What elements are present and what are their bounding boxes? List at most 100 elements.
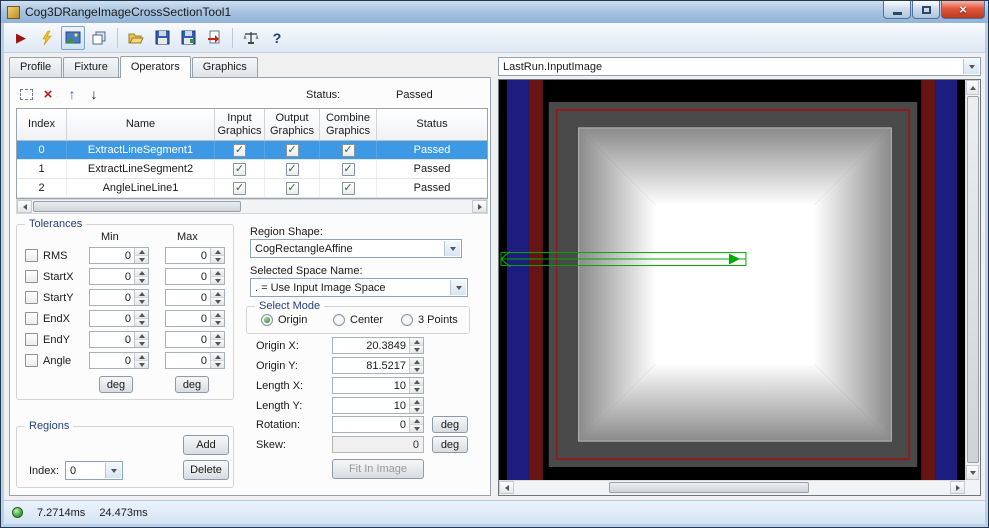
origin-y-spinner[interactable]: 81.5217 — [332, 357, 424, 374]
show-image-toggle-button[interactable] — [61, 25, 85, 50]
minimize-button[interactable] — [883, 1, 911, 19]
spinner-buttons[interactable] — [409, 398, 423, 413]
tab-operators[interactable]: Operators — [119, 56, 191, 78]
scroll-thumb[interactable] — [967, 96, 979, 463]
angle-min-spinner[interactable]: 0 — [89, 352, 149, 369]
scroll-up-arrow[interactable] — [966, 80, 979, 95]
min-deg-button[interactable]: deg — [99, 376, 133, 393]
range-image-canvas[interactable] — [499, 80, 965, 480]
region-shape-combo[interactable]: CogRectangleAffine — [250, 239, 462, 258]
skew-deg-button[interactable]: deg — [432, 436, 468, 453]
move-up-button[interactable]: ↑ — [62, 84, 82, 104]
length-y-spinner[interactable]: 10 — [332, 397, 424, 414]
spinner-buttons[interactable] — [409, 358, 423, 373]
tab-graphics[interactable]: Graphics — [191, 57, 258, 77]
spinner-buttons[interactable] — [134, 290, 148, 305]
origin-x-spinner[interactable]: 20.3849 — [332, 337, 424, 354]
spinner-buttons[interactable] — [210, 353, 224, 368]
scroll-down-arrow[interactable] — [966, 465, 979, 480]
copy-results-button[interactable] — [87, 26, 111, 50]
scroll-right-arrow[interactable] — [472, 200, 487, 213]
output-graphics-checkbox[interactable]: ✓ — [285, 162, 299, 176]
fit-in-image-button[interactable]: Fit In Image — [332, 459, 424, 479]
table-row[interactable]: 2 AngleLineLine1 ✓ ✓ ✓ Passed — [17, 179, 487, 198]
max-deg-button[interactable]: deg — [175, 376, 209, 393]
help-button[interactable]: ? — [265, 26, 289, 50]
spinner-buttons[interactable] — [409, 338, 423, 353]
run-button[interactable]: ▶ — [9, 26, 33, 50]
spinner-buttons[interactable] — [134, 248, 148, 263]
delete-region-button[interactable]: Delete — [183, 460, 229, 480]
spinner-buttons[interactable] — [210, 311, 224, 326]
endx-max-spinner[interactable]: 0 — [165, 310, 225, 327]
image-horizontal-scrollbar[interactable] — [499, 480, 965, 495]
startx-checkbox[interactable] — [25, 270, 38, 283]
output-graphics-checkbox[interactable]: ✓ — [285, 181, 299, 195]
startx-min-spinner[interactable]: 0 — [89, 268, 149, 285]
open-button[interactable] — [124, 26, 148, 50]
three-points-radio[interactable]: 3 Points — [401, 314, 458, 326]
length-x-spinner[interactable]: 10 — [332, 377, 424, 394]
image-vertical-scrollbar[interactable] — [965, 80, 980, 480]
spinner-buttons[interactable] — [210, 332, 224, 347]
starty-max-spinner[interactable]: 0 — [165, 289, 225, 306]
origin-radio[interactable]: Origin — [261, 314, 307, 326]
datum-button[interactable] — [239, 26, 263, 50]
scroll-thumb[interactable] — [33, 201, 241, 212]
rms-min-spinner[interactable]: 0 — [89, 247, 149, 264]
rms-checkbox[interactable] — [25, 249, 38, 262]
endy-min-spinner[interactable]: 0 — [89, 331, 149, 348]
starty-checkbox[interactable] — [25, 291, 38, 304]
electric-run-button[interactable] — [35, 26, 59, 50]
endy-checkbox[interactable] — [25, 333, 38, 346]
combine-graphics-checkbox[interactable]: ✓ — [341, 181, 355, 195]
spinner-buttons[interactable] — [409, 378, 423, 393]
endx-min-spinner[interactable]: 0 — [89, 310, 149, 327]
input-graphics-checkbox[interactable]: ✓ — [233, 162, 246, 176]
startx-max-spinner[interactable]: 0 — [165, 268, 225, 285]
add-operator-button[interactable] — [16, 84, 36, 104]
scroll-left-arrow[interactable] — [499, 481, 514, 494]
angle-checkbox[interactable] — [25, 354, 38, 367]
rotation-spinner[interactable]: 0 — [332, 416, 424, 433]
spinner-buttons[interactable] — [210, 290, 224, 305]
selected-space-combo[interactable]: . = Use Input Image Space — [250, 278, 468, 297]
spinner-buttons[interactable] — [134, 311, 148, 326]
scroll-right-arrow[interactable] — [950, 481, 965, 494]
combine-graphics-checkbox[interactable]: ✓ — [341, 162, 355, 176]
spinner-buttons[interactable] — [134, 353, 148, 368]
combine-graphics-checkbox[interactable]: ✓ — [341, 143, 355, 157]
input-graphics-checkbox[interactable]: ✓ — [233, 181, 246, 195]
spinner-buttons[interactable] — [210, 269, 224, 284]
table-row[interactable]: 1 ExtractLineSegment2 ✓ ✓ ✓ Passed — [17, 160, 487, 179]
center-radio[interactable]: Center — [333, 314, 383, 326]
input-graphics-checkbox[interactable]: ✓ — [233, 143, 246, 157]
add-region-button[interactable]: Add — [183, 435, 229, 455]
rotation-deg-button[interactable]: deg — [432, 416, 468, 433]
tab-profile[interactable]: Profile — [9, 57, 63, 77]
spinner-buttons[interactable] — [210, 248, 224, 263]
maximize-button[interactable] — [912, 1, 940, 19]
endy-max-spinner[interactable]: 0 — [165, 331, 225, 348]
import-button[interactable] — [202, 26, 226, 50]
save-button[interactable] — [150, 26, 174, 50]
scroll-thumb[interactable] — [609, 482, 809, 493]
starty-min-spinner[interactable]: 0 — [89, 289, 149, 306]
spinner-buttons[interactable] — [409, 417, 423, 432]
delete-operator-button[interactable]: × — [38, 84, 58, 104]
display-source-combo[interactable]: LastRun.InputImage — [498, 57, 981, 76]
region-index-combo[interactable]: 0 — [65, 461, 123, 480]
scroll-left-arrow[interactable] — [17, 200, 32, 213]
tab-fixture[interactable]: Fixture — [63, 57, 119, 77]
table-row[interactable]: 0 ExtractLineSegment1 ✓ ✓ ✓ Passed — [17, 141, 487, 160]
save-image-button[interactable] — [176, 26, 200, 50]
spinner-buttons[interactable] — [134, 269, 148, 284]
table-horizontal-scrollbar[interactable] — [16, 199, 488, 214]
rms-max-spinner[interactable]: 0 — [165, 247, 225, 264]
spinner-buttons[interactable] — [134, 332, 148, 347]
angle-max-spinner[interactable]: 0 — [165, 352, 225, 369]
move-down-button[interactable]: ↓ — [84, 84, 104, 104]
endx-checkbox[interactable] — [25, 312, 38, 325]
output-graphics-checkbox[interactable]: ✓ — [285, 143, 299, 157]
close-button[interactable]: × — [941, 1, 985, 19]
